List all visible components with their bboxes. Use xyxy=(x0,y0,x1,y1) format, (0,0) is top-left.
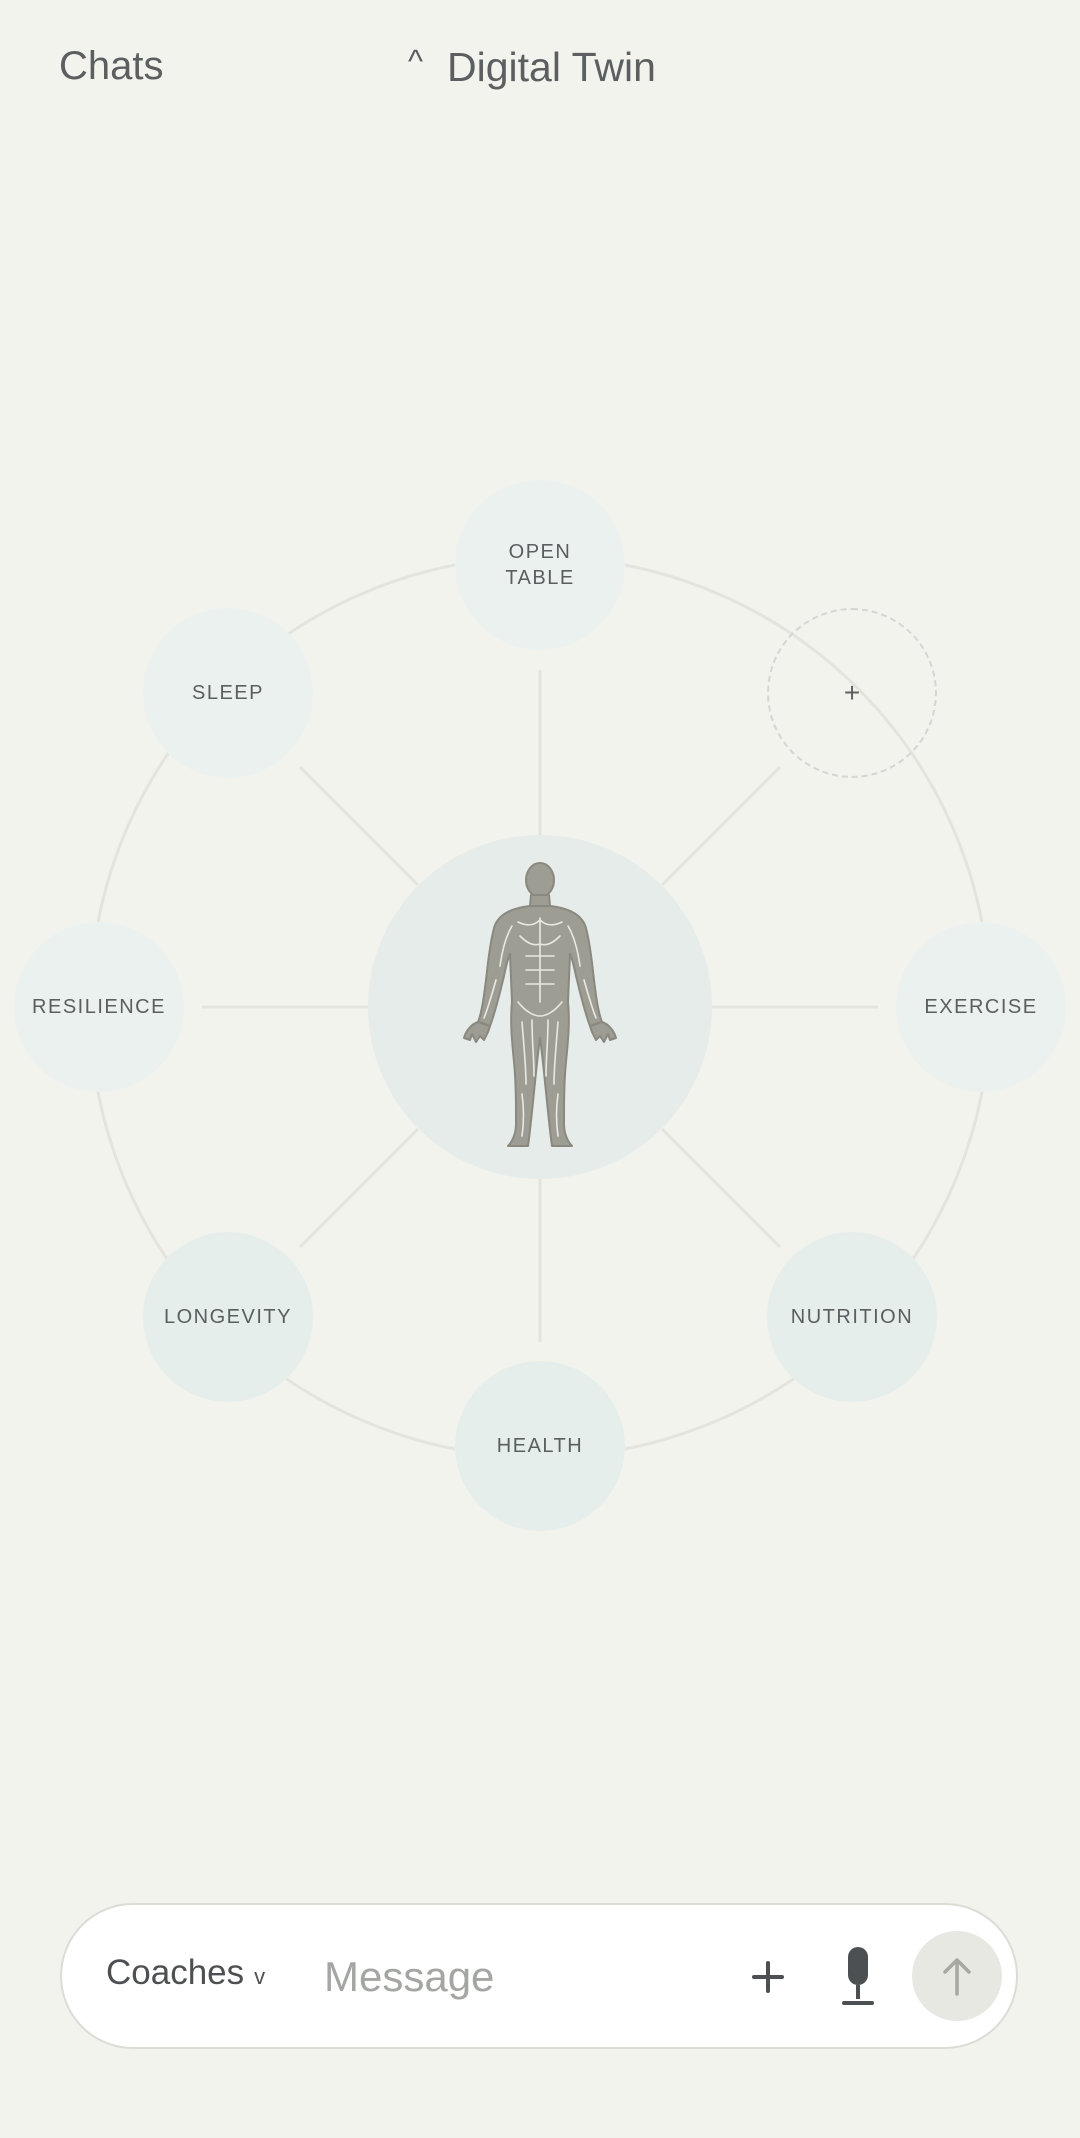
digital-twin-diagram: OPEN TABLE + EXERCISE NUTRITION HEALTH L… xyxy=(0,470,1080,1540)
node-resilience[interactable]: RESILIENCE xyxy=(14,922,184,1092)
node-open-table[interactable]: OPEN TABLE xyxy=(455,480,625,650)
node-label: OPEN xyxy=(508,541,572,563)
chevron-down-icon: v xyxy=(254,1964,266,1989)
node-label: SLEEP xyxy=(192,682,264,704)
node-longevity[interactable]: LONGEVITY xyxy=(143,1232,313,1402)
microphone-icon xyxy=(842,1947,874,2005)
node-sleep[interactable]: SLEEP xyxy=(143,608,313,778)
node-health[interactable]: HEALTH xyxy=(455,1361,625,1531)
attach-button[interactable] xyxy=(742,1951,794,2003)
node-label: RESILIENCE xyxy=(32,996,166,1018)
microphone-button[interactable] xyxy=(832,1945,884,2007)
send-button[interactable] xyxy=(912,1931,1002,2021)
chats-link[interactable]: Chats xyxy=(59,44,164,89)
header: Chats ^ Digital Twin xyxy=(0,0,1080,140)
body-center-node[interactable] xyxy=(368,835,712,1179)
plus-icon xyxy=(752,1961,784,1993)
node-label: EXERCISE xyxy=(924,996,1038,1018)
human-body-icon xyxy=(463,862,617,1147)
node-label: NUTRITION xyxy=(790,1306,914,1328)
digital-twin-title[interactable]: ^ Digital Twin xyxy=(408,43,656,91)
node-label: LONGEVITY xyxy=(164,1306,292,1328)
node-label: HEALTH xyxy=(496,1435,584,1457)
node-nutrition[interactable]: NUTRITION xyxy=(767,1232,937,1402)
add-node-button[interactable]: + xyxy=(767,608,937,778)
page-title: Digital Twin xyxy=(447,44,656,90)
node-exercise[interactable]: EXERCISE xyxy=(896,922,1066,1092)
caret-up-icon: ^ xyxy=(408,43,424,79)
coaches-dropdown[interactable]: Coaches v xyxy=(106,1953,265,1993)
message-input[interactable] xyxy=(324,1941,704,2013)
coaches-label: Coaches xyxy=(106,1953,245,1992)
message-composer: Coaches v xyxy=(60,1903,1018,2049)
plus-icon: + xyxy=(843,677,861,708)
arrow-up-icon xyxy=(943,1958,971,1996)
node-label: TABLE xyxy=(505,567,575,589)
